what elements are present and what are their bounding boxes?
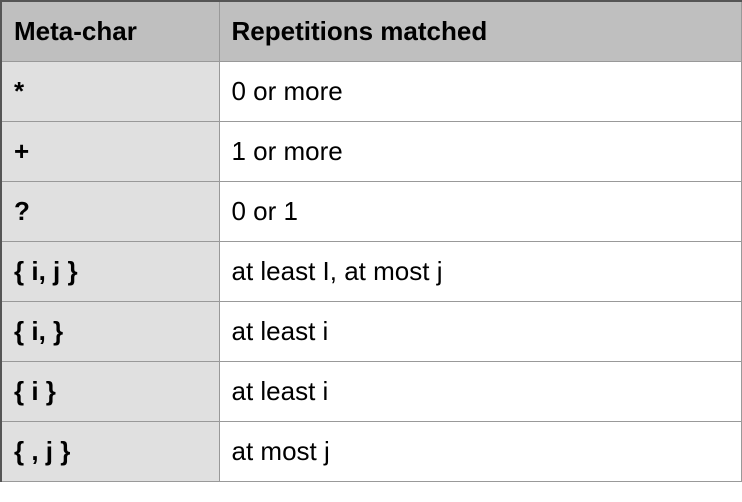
- cell-metachar: { i }: [1, 362, 219, 422]
- cell-desc: 0 or 1: [219, 182, 742, 242]
- table-header-row: Meta-char Repetitions matched: [1, 1, 742, 62]
- cell-metachar: { i, }: [1, 302, 219, 362]
- header-repetitions: Repetitions matched: [219, 1, 742, 62]
- table-row: { , j } at most j: [1, 422, 742, 482]
- table-row: { i, } at least i: [1, 302, 742, 362]
- table-row: * 0 or more: [1, 62, 742, 122]
- cell-metachar: *: [1, 62, 219, 122]
- cell-desc: 0 or more: [219, 62, 742, 122]
- cell-metachar: +: [1, 122, 219, 182]
- table-row: { i, j } at least I, at most j: [1, 242, 742, 302]
- header-metachar: Meta-char: [1, 1, 219, 62]
- cell-metachar: ?: [1, 182, 219, 242]
- cell-desc: at most j: [219, 422, 742, 482]
- cell-desc: at least i: [219, 362, 742, 422]
- cell-desc: at least i: [219, 302, 742, 362]
- table-row: { i } at least i: [1, 362, 742, 422]
- cell-desc: 1 or more: [219, 122, 742, 182]
- table-row: + 1 or more: [1, 122, 742, 182]
- regex-quantifiers-table: Meta-char Repetitions matched * 0 or mor…: [0, 0, 742, 482]
- cell-metachar: { i, j }: [1, 242, 219, 302]
- cell-metachar: { , j }: [1, 422, 219, 482]
- cell-desc: at least I, at most j: [219, 242, 742, 302]
- table-row: ? 0 or 1: [1, 182, 742, 242]
